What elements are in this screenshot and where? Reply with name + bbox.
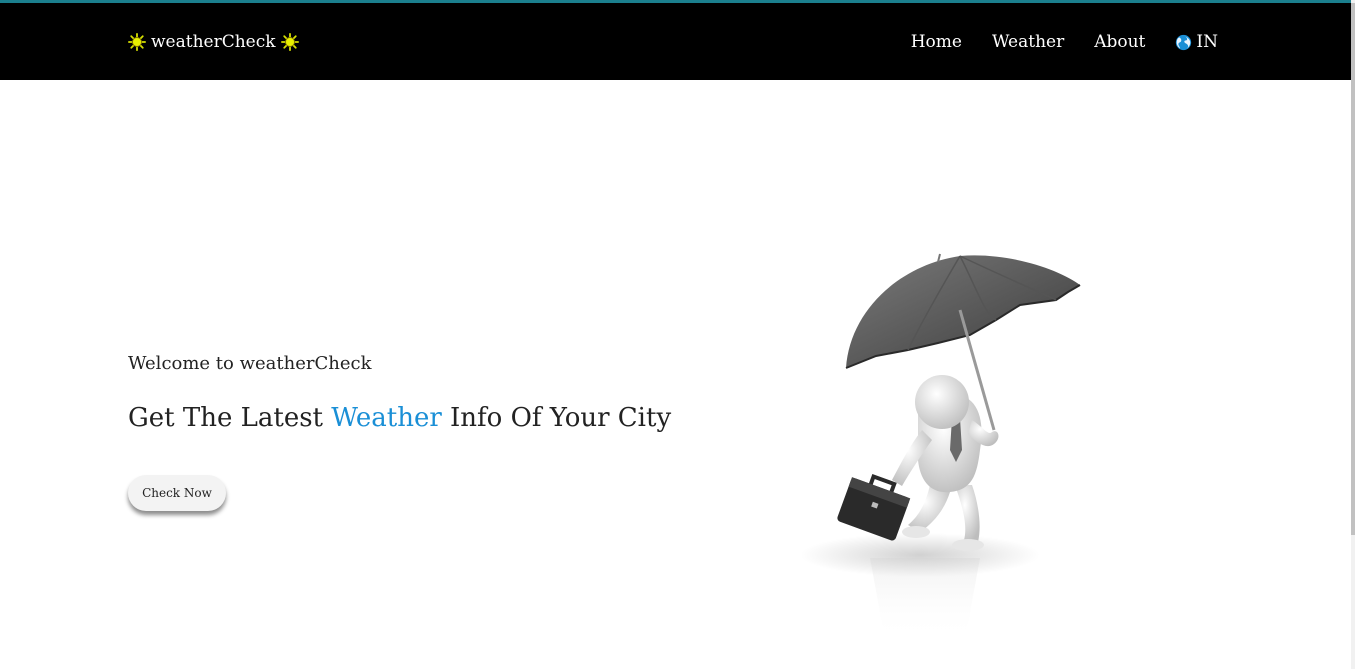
language-label: IN bbox=[1196, 32, 1218, 52]
hero-section: Welcome to weatherCheck Get The Latest W… bbox=[128, 350, 748, 436]
man-with-umbrella-illustration bbox=[800, 253, 1081, 640]
brand-link[interactable]: weatherCheck bbox=[128, 30, 299, 54]
check-now-button[interactable]: Check Now bbox=[128, 475, 226, 511]
globe-icon bbox=[1176, 34, 1192, 50]
scrollbar-track[interactable] bbox=[1351, 0, 1355, 669]
brand-name: weatherCheck bbox=[151, 32, 276, 52]
scrollbar-thumb[interactable] bbox=[1351, 3, 1355, 535]
headline-pre: Get The Latest bbox=[128, 403, 323, 433]
nav-about-link[interactable]: About bbox=[1094, 32, 1145, 52]
nav-home-link[interactable]: Home bbox=[911, 32, 962, 52]
sun-icon bbox=[280, 33, 299, 51]
nav-weather-link[interactable]: Weather bbox=[992, 32, 1064, 52]
language-selector[interactable]: IN bbox=[1175, 32, 1218, 52]
navbar: weatherCheck Home Weather About IN bbox=[0, 3, 1351, 80]
headline-post: Info Of Your City bbox=[450, 403, 672, 433]
headline-accent: Weather bbox=[331, 403, 442, 433]
hero-headline: Get The Latest Weather Info Of Your City bbox=[128, 400, 748, 436]
nav-links: Home Weather About IN bbox=[911, 30, 1218, 54]
welcome-text: Welcome to weatherCheck bbox=[128, 353, 372, 374]
sun-icon bbox=[128, 33, 146, 51]
